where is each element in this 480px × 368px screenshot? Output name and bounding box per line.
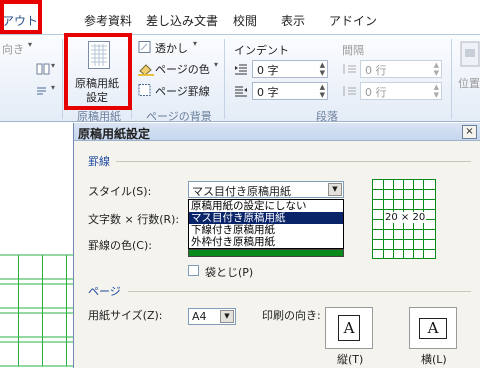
spacing-after-value: 0 行 bbox=[365, 86, 387, 99]
spacing-before-icon bbox=[342, 63, 356, 75]
indent-right-value: 0 字 bbox=[257, 86, 279, 99]
style-option-grid[interactable]: マス目付き原稿用紙 bbox=[189, 212, 343, 224]
orientation-label: 印刷の向き: bbox=[262, 309, 321, 322]
portrait-button[interactable]: A bbox=[325, 307, 373, 349]
spinner-arrows-icon[interactable]: ▲ ▼ bbox=[434, 61, 439, 77]
paper-size-value: A4 bbox=[192, 310, 207, 323]
fukuro-checkbox[interactable] bbox=[188, 265, 199, 276]
line-color-label: 罫線の色(C): bbox=[88, 239, 152, 252]
highlight-genko-button bbox=[64, 33, 132, 110]
chevron-down-icon: ▾ bbox=[51, 61, 56, 70]
landscape-page-icon: A bbox=[419, 318, 447, 339]
watermark-icon bbox=[138, 41, 152, 53]
columns-icon[interactable] bbox=[36, 63, 50, 75]
paper-size-combobox[interactable]: A4 ▼ bbox=[188, 308, 236, 325]
spinner-arrows-icon[interactable]: ▲ ▼ bbox=[434, 83, 439, 99]
style-option-none[interactable]: 原稿用紙の設定にしない bbox=[189, 200, 343, 212]
spacing-label: 間隔 bbox=[342, 44, 364, 57]
tab-review[interactable]: 校閲 bbox=[233, 12, 257, 29]
style-label: スタイル(S): bbox=[88, 185, 152, 198]
orientation-partial-label[interactable]: 向き bbox=[2, 41, 24, 57]
indent-right-spinner[interactable]: 0 字 ▲ ▼ bbox=[252, 82, 328, 100]
genko-settings-dialog: 原稿用紙設定 × 罫線 スタイル(S): マス目付き原稿用紙 ▼ 文字数 × 行… bbox=[73, 123, 480, 368]
page-color-button[interactable]: ページの色 bbox=[155, 61, 210, 77]
ribbon-tab-bar: アウト 参考資料 差し込み文書 校閲 表示 アドイン bbox=[0, 0, 480, 34]
paper-size-label: 用紙サイズ(Z): bbox=[88, 309, 163, 322]
dialog-titlebar: 原稿用紙設定 × bbox=[74, 123, 480, 141]
indent-left-value: 0 字 bbox=[257, 64, 279, 77]
chevron-down-icon: ▾ bbox=[51, 83, 56, 92]
highlight-layout-tab bbox=[0, 0, 42, 34]
fukuro-label: 袋とじ(P) bbox=[205, 266, 254, 279]
grid-preview: 20 × 20 bbox=[372, 179, 436, 259]
dialog-title: 原稿用紙設定 bbox=[78, 127, 151, 141]
page-border-button[interactable]: ページ罫線 bbox=[155, 83, 210, 99]
group-separator bbox=[62, 39, 63, 119]
chevron-down-icon: ▾ bbox=[28, 40, 33, 49]
spinner-arrows-icon[interactable]: ▲ ▼ bbox=[320, 61, 325, 77]
spacing-before-value: 0 行 bbox=[365, 64, 387, 77]
style-option-border[interactable]: 外枠付き原稿用紙 bbox=[189, 236, 343, 248]
line-color-swatch[interactable] bbox=[188, 249, 344, 257]
position-icon bbox=[460, 41, 480, 67]
preview-size-text: 20 × 20 bbox=[384, 212, 427, 223]
spacing-before-spinner[interactable]: 0 行 ▲ ▼ bbox=[360, 60, 442, 78]
watermark-button[interactable]: 透かし bbox=[155, 40, 188, 56]
manuscript-grid bbox=[0, 254, 73, 367]
spacing-after-icon bbox=[342, 85, 356, 97]
tab-references[interactable]: 参考資料 bbox=[84, 12, 132, 29]
chevron-down-icon[interactable]: ▼ bbox=[328, 183, 342, 196]
spacing-after-spinner[interactable]: 0 行 ▲ ▼ bbox=[360, 82, 442, 100]
style-value: マス目付き原稿用紙 bbox=[192, 185, 291, 198]
hyphenation-icon[interactable] bbox=[36, 85, 50, 97]
group-separator bbox=[451, 39, 452, 119]
portrait-label: 縦(T) bbox=[337, 353, 364, 366]
chevron-down-icon[interactable]: ▼ bbox=[220, 310, 234, 323]
indent-right-icon bbox=[234, 85, 248, 97]
tab-addins[interactable]: アドイン bbox=[329, 12, 377, 29]
style-option-underline[interactable]: 下線付き原稿用紙 bbox=[189, 224, 343, 236]
close-button[interactable]: × bbox=[462, 125, 477, 139]
portrait-page-icon: A bbox=[338, 315, 360, 341]
indent-left-spinner[interactable]: 0 字 ▲ ▼ bbox=[252, 60, 328, 78]
section-divider bbox=[116, 161, 471, 162]
indent-label: インデント bbox=[234, 44, 289, 57]
chevron-down-icon: ▾ bbox=[193, 39, 198, 48]
page-border-icon bbox=[138, 84, 152, 96]
style-combobox[interactable]: マス目付き原稿用紙 ▼ bbox=[188, 181, 344, 198]
tab-mailings[interactable]: 差し込み文書 bbox=[146, 12, 218, 29]
section-page: ページ bbox=[88, 285, 121, 298]
spinner-arrows-icon[interactable]: ▲ ▼ bbox=[320, 83, 325, 99]
position-button[interactable]: 位置 bbox=[458, 75, 480, 91]
chars-lines-label: 文字数 × 行数(R): bbox=[88, 213, 180, 226]
landscape-label: 横(L) bbox=[421, 353, 447, 366]
group-separator bbox=[224, 39, 225, 119]
page-color-icon bbox=[138, 62, 154, 76]
indent-left-icon bbox=[234, 63, 248, 75]
style-dropdown-list: 原稿用紙の設定にしない マス目付き原稿用紙 下線付き原稿用紙 外枠付き原稿用紙 bbox=[188, 199, 344, 249]
tab-view[interactable]: 表示 bbox=[281, 12, 305, 29]
landscape-button[interactable]: A bbox=[409, 307, 457, 349]
section-divider bbox=[128, 291, 471, 292]
chevron-down-icon: ▾ bbox=[214, 60, 219, 69]
section-keisen: 罫線 bbox=[88, 155, 110, 168]
